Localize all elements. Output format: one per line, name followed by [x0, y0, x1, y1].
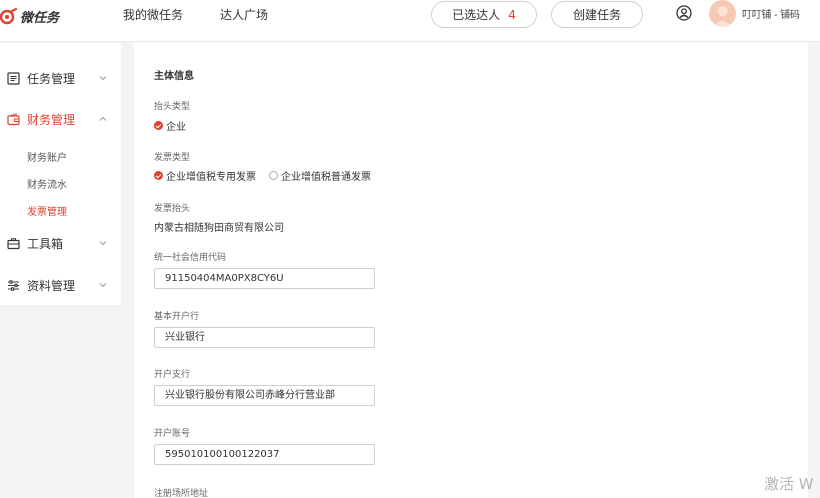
chevron-down-icon — [99, 283, 107, 288]
username[interactable]: 叮叮铺 - 铺码 — [742, 6, 800, 21]
radio-unchecked-icon — [269, 171, 278, 180]
invoice-title-value: 内蒙古相随狗田商贸有限公司 — [154, 223, 284, 234]
create-task-button[interactable]: 创建任务 — [551, 1, 643, 28]
invoice-type-label: 发票类型 — [154, 153, 191, 163]
sidebar-item-finance-management[interactable]: 财务管理 — [0, 107, 121, 131]
radio-label: 企业增值税专用发票 — [166, 172, 256, 183]
credit-code-field[interactable]: 91150404MA0PX8CY6U — [154, 268, 375, 289]
address-label: 注册场所地址 — [154, 489, 209, 498]
sidebar-item-label: 任务管理 — [27, 71, 76, 86]
sidebar-item-label: 资料管理 — [27, 278, 76, 293]
header-type-label: 抬头类型 — [154, 102, 191, 112]
account-label: 开户账号 — [154, 429, 191, 439]
radio-enterprise[interactable]: 企业 — [154, 118, 186, 133]
credit-code-label: 统一社会信用代码 — [154, 253, 227, 263]
section-title: 主体信息 — [154, 71, 194, 82]
bank-field[interactable]: 兴业银行 — [154, 327, 375, 348]
list-icon — [7, 71, 20, 85]
invoice-title-label: 发票抬头 — [154, 204, 191, 214]
activation-watermark: 激活 W — [764, 475, 814, 493]
selected-talent-label: 已选达人 — [452, 8, 501, 22]
nav-talent-square[interactable]: 达人广场 — [220, 6, 268, 23]
radio-special-vat-invoice[interactable]: 企业增值税专用发票 — [154, 168, 256, 183]
wallet-icon — [7, 112, 20, 125]
user-icon[interactable] — [675, 4, 693, 22]
radio-label: 企业 — [166, 122, 186, 133]
sidebar-item-label: 工具箱 — [27, 236, 64, 251]
create-task-label: 创建任务 — [572, 8, 621, 22]
selected-talent-button[interactable]: 已选达人 4 — [431, 1, 537, 28]
branch-field[interactable]: 兴业银行股份有限公司赤峰分行营业部 — [154, 385, 375, 406]
logo[interactable]: 微任务 — [0, 7, 59, 26]
sidebar: 任务管理 财务管理 财务账户 财务流水 发票管理 工具箱 资料管理 — [0, 43, 121, 305]
radio-label: 企业增值税普通发票 — [281, 172, 371, 183]
sidebar-subitem-invoice-management[interactable]: 发票管理 — [27, 203, 67, 218]
scrollbar-track[interactable] — [808, 42, 820, 498]
chevron-down-icon — [99, 76, 107, 81]
branch-label: 开户支行 — [154, 370, 191, 380]
sidebar-subitem-finance-account[interactable]: 财务账户 — [27, 149, 67, 164]
sidebar-item-data-management[interactable]: 资料管理 — [0, 273, 121, 297]
nav-my-tasks[interactable]: 我的微任务 — [123, 6, 183, 23]
sliders-icon — [8, 279, 19, 291]
account-field[interactable]: 595010100100122037 — [154, 444, 375, 465]
top-bar: 微任务 我的微任务 达人广场 已选达人 4 创建任务 叮叮铺 - 铺码 — [0, 0, 820, 42]
toolbox-icon — [7, 237, 20, 249]
sidebar-item-task-management[interactable]: 任务管理 — [0, 66, 121, 90]
radio-checked-icon — [154, 171, 163, 180]
sidebar-item-toolbox[interactable]: 工具箱 — [0, 231, 121, 255]
sidebar-item-label: 财务管理 — [27, 112, 76, 127]
logo-text: 微任务 — [20, 11, 60, 26]
avatar[interactable] — [709, 0, 736, 27]
selected-talent-count: 4 — [508, 7, 516, 22]
bank-label: 基本开户行 — [154, 312, 200, 322]
radio-general-vat-invoice[interactable]: 企业增值税普通发票 — [269, 168, 371, 183]
sidebar-subitem-finance-flow[interactable]: 财务流水 — [27, 176, 67, 191]
avatar-icon — [713, 6, 732, 27]
logo-icon — [0, 7, 18, 24]
chevron-up-icon — [99, 116, 107, 121]
chevron-down-icon — [99, 241, 107, 246]
radio-checked-icon — [154, 121, 163, 130]
